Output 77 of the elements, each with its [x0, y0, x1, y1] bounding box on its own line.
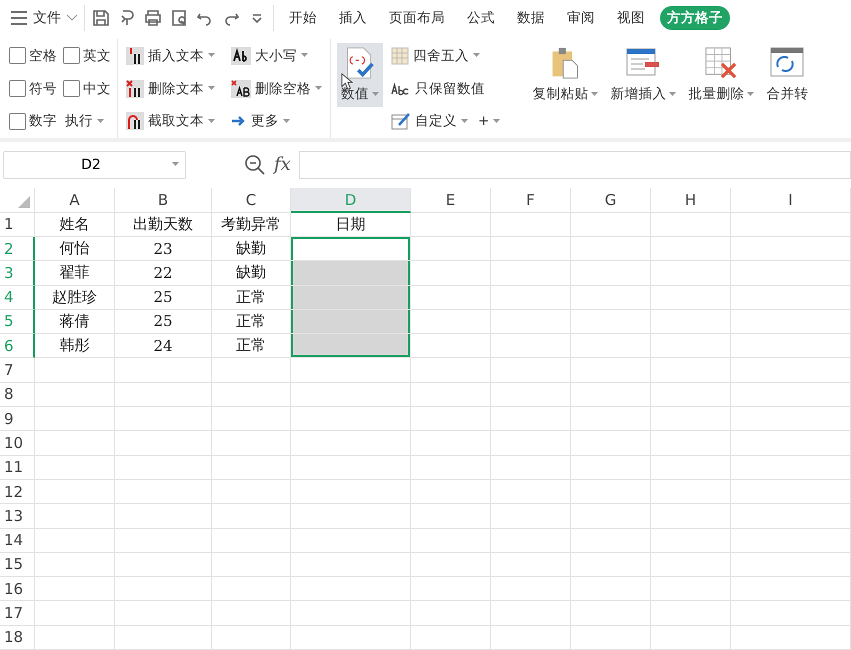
save-icon[interactable]: [91, 8, 111, 28]
cut-bars-icon: [126, 112, 144, 130]
insert-bars-icon: [126, 46, 144, 65]
table-cell: 正常: [212, 310, 291, 334]
zoom-icon[interactable]: [244, 154, 266, 176]
print-preview-icon[interactable]: [169, 8, 189, 28]
ribbon-tab[interactable]: 插入: [332, 6, 374, 30]
delete-bars-icon: [126, 80, 144, 98]
grid-convert-icon: [770, 47, 804, 80]
ribbon-large-button[interactable]: 复制粘贴: [528, 43, 602, 108]
table-cell: 出勤天数: [115, 212, 212, 237]
checkbox[interactable]: 符号: [9, 80, 57, 98]
print-icon[interactable]: [143, 8, 163, 28]
file-menu[interactable]: 文件: [10, 8, 78, 27]
column-header[interactable]: E: [411, 188, 491, 214]
table-cell: 22: [115, 261, 212, 286]
ribbon-button[interactable]: 插入文本: [124, 46, 217, 65]
checkbox[interactable]: 中文: [63, 80, 111, 98]
table-cell: 日期: [291, 212, 411, 237]
ribbon-large-button[interactable]: 新增插入: [606, 43, 680, 108]
column-header[interactable]: B: [115, 188, 212, 214]
ribbon-button[interactable]: 自定义: [389, 112, 470, 130]
column-header[interactable]: G: [571, 188, 651, 214]
table-cell: 何怡: [35, 236, 115, 262]
caret-icon: [172, 162, 179, 168]
name-box[interactable]: D2: [3, 150, 186, 179]
table-cell: 缺勤: [212, 236, 291, 262]
checkbox[interactable]: 空格: [9, 46, 57, 65]
chevron-down-icon: [66, 14, 78, 22]
ribbon-button[interactable]: 只保留数值: [389, 80, 487, 98]
ribbon-button[interactable]: +: [476, 113, 502, 130]
column-header[interactable]: A: [35, 188, 115, 214]
table-cell: 25: [115, 310, 212, 334]
arrow-right-icon: [231, 114, 247, 128]
ribbon-button[interactable]: 四舍五入: [389, 46, 482, 65]
ribbon-tab[interactable]: 视图: [610, 6, 652, 30]
delete-space-icon: [231, 80, 251, 98]
column-header[interactable]: C: [212, 188, 291, 214]
table-cell: 25: [115, 286, 212, 310]
ribbon-tab[interactable]: 公式: [460, 6, 502, 30]
ribbon-button[interactable]: 执行: [63, 112, 106, 130]
function-label: fx: [274, 154, 291, 176]
edit-table-icon: [391, 112, 411, 130]
table-cell: 24: [115, 334, 212, 358]
grid-delete-icon: [704, 47, 738, 80]
ribbon-tab[interactable]: 开始: [282, 6, 324, 30]
text-case-icon: [231, 46, 251, 65]
ribbon-button[interactable]: 更多: [229, 112, 292, 130]
menu-icon: [10, 10, 28, 25]
table-cell: 正常: [212, 286, 291, 310]
table-cell: 韩彤: [35, 334, 115, 358]
table-cell: 正常: [212, 334, 291, 358]
column-header[interactable]: F: [491, 188, 571, 214]
column-header[interactable]: H: [651, 188, 731, 214]
column-header[interactable]: I: [731, 188, 851, 214]
table-cell: 翟菲: [35, 261, 115, 286]
ribbon-tab[interactable]: 数据: [510, 6, 552, 30]
ribbon-button[interactable]: 截取文本: [124, 112, 217, 130]
table-icon: [391, 46, 409, 65]
table-cell: 姓名: [35, 212, 115, 237]
table-cell: 缺勤: [212, 261, 291, 286]
checkbox[interactable]: 英文: [63, 46, 111, 65]
ribbon-large-button[interactable]: 合并转: [762, 43, 812, 108]
ribbon-button[interactable]: 删除空格: [229, 80, 324, 98]
ribbon-large-button[interactable]: 批量删除: [684, 43, 758, 108]
table-cell: 赵胜珍: [35, 286, 115, 310]
ribbon-large-button[interactable]: 数值: [337, 43, 383, 108]
table-cell: 蒋倩: [35, 310, 115, 334]
checkbox[interactable]: 数字: [9, 112, 57, 130]
abc-icon: [391, 82, 411, 96]
formula-input[interactable]: [298, 150, 851, 179]
table-cell: 23: [115, 236, 212, 262]
ribbon-tab[interactable]: 审阅: [560, 6, 602, 30]
ribbon-button[interactable]: 删除文本: [124, 80, 217, 98]
ribbon-button[interactable]: 大小写: [229, 46, 310, 65]
ribbon-tab[interactable]: 页面布局: [382, 6, 452, 30]
table-cell: 考勤异常: [212, 212, 291, 237]
